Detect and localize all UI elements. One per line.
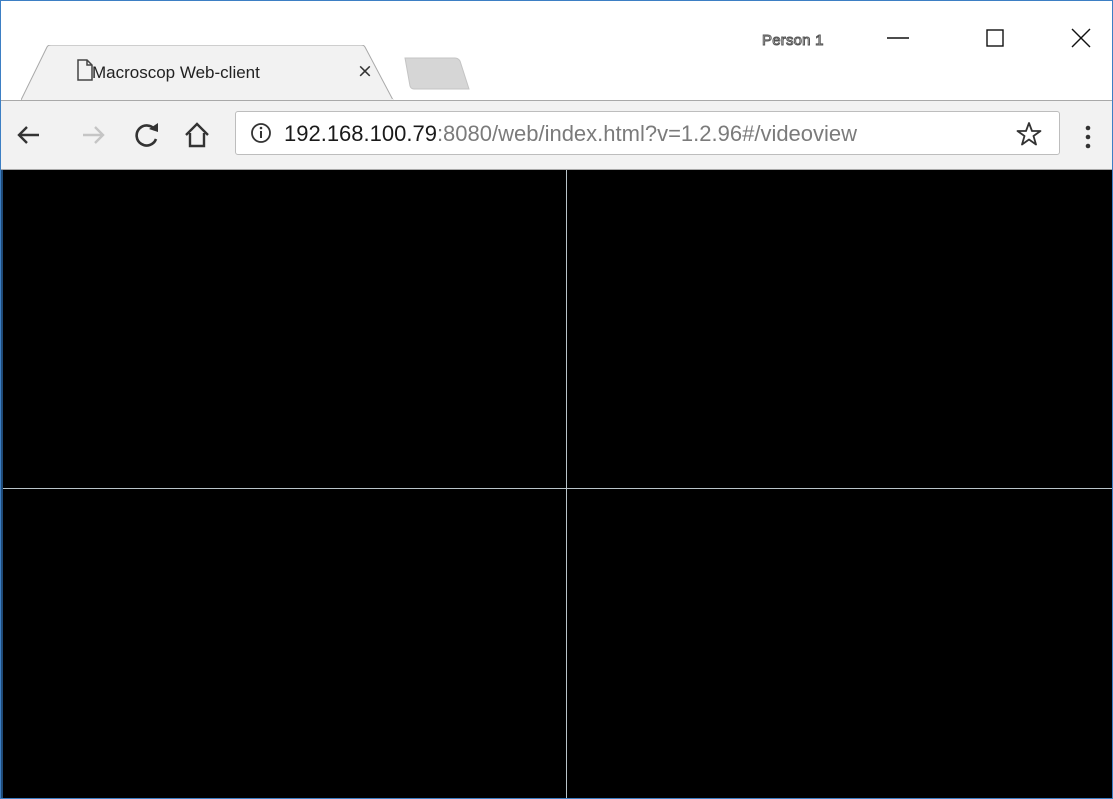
info-icon[interactable] (250, 122, 272, 144)
reload-icon[interactable] (131, 119, 163, 151)
browser-window: Macroscop Web-client × Person 1 192.168.… (0, 0, 1113, 799)
browser-toolbar: 192.168.100.79:8080/web/index.html?v=1.2… (1, 100, 1112, 170)
video-grid (1, 170, 1112, 798)
url-text[interactable]: 192.168.100.79:8080/web/index.html?v=1.2… (284, 121, 857, 147)
tab-title: Macroscop Web-client (92, 63, 260, 82)
url-path: :8080/web/index.html?v=1.2.96#/videoview (436, 121, 858, 146)
home-icon[interactable] (181, 119, 213, 151)
bookmark-star-icon[interactable] (1016, 121, 1042, 147)
grid-divider-horizontal (1, 488, 1112, 489)
camera-cell-1[interactable] (1, 170, 566, 488)
menu-dots-icon[interactable] (1078, 123, 1098, 151)
forward-arrow-icon[interactable] (77, 119, 109, 151)
camera-cell-4[interactable] (567, 489, 1112, 798)
url-host: 192.168.100.79 (284, 121, 437, 146)
camera-cell-3[interactable] (1, 489, 566, 798)
title-bar: Macroscop Web-client × Person 1 (1, 1, 1112, 101)
close-icon[interactable] (1059, 21, 1105, 55)
window-left-edge (1, 170, 3, 798)
maximize-icon[interactable] (972, 21, 1018, 55)
camera-cell-2[interactable] (567, 170, 1112, 488)
tab-macroscop-web-client[interactable]: Macroscop Web-client × (21, 45, 395, 101)
profile-name[interactable]: Person 1 (762, 32, 824, 50)
minimize-icon[interactable] (875, 21, 921, 55)
address-bar[interactable]: 192.168.100.79:8080/web/index.html?v=1.2… (235, 111, 1060, 155)
tab-close-icon[interactable]: × (353, 59, 377, 83)
new-tab-button[interactable] (397, 57, 471, 91)
grid-divider-vertical (566, 170, 567, 798)
back-arrow-icon[interactable] (13, 119, 45, 151)
